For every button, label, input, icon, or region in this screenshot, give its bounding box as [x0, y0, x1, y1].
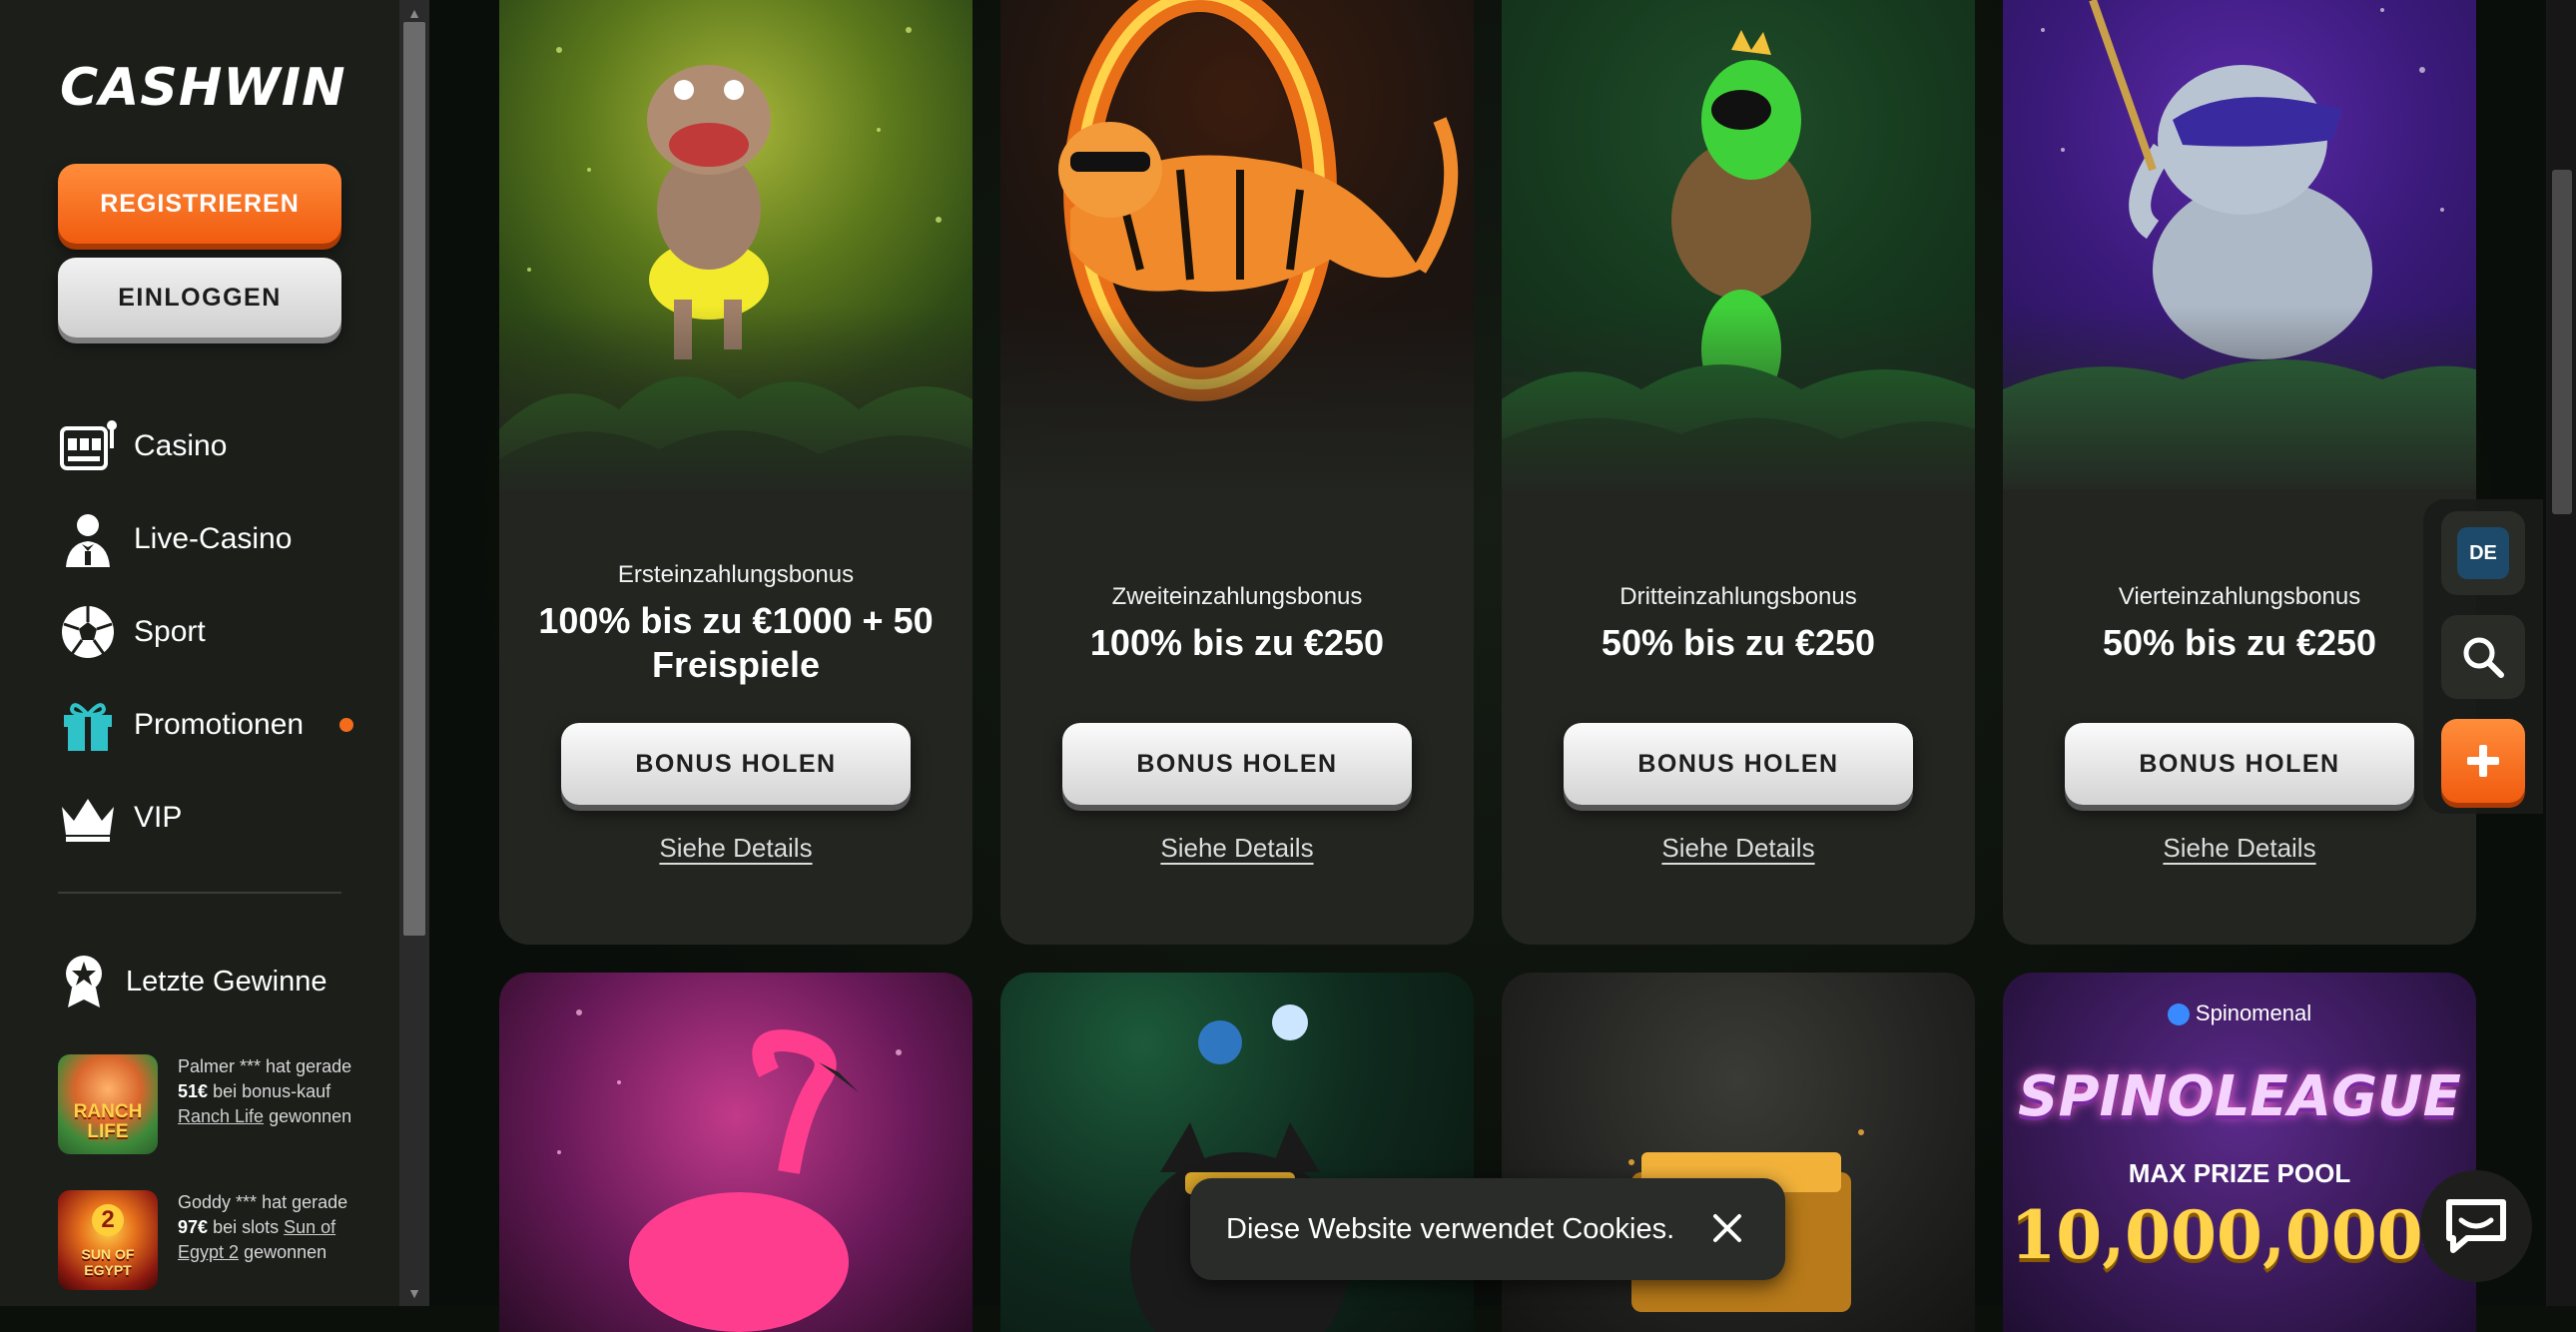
- provider-logo: Spinomenal: [2003, 1000, 2476, 1026]
- thumb-label: RANCH LIFE: [73, 1101, 143, 1142]
- recent-win-item: 2 SUN OF EGYPT Goddy *** hat gerade 97€ …: [58, 1190, 357, 1290]
- cookie-text: Diese Website verwendet Cookies.: [1226, 1212, 1675, 1245]
- bonus-subtitle: Vierteinzahlungsbonus: [2118, 583, 2361, 610]
- bonus-card: Vierteinzahlungsbonus 50% bis zu €250 BO…: [2003, 0, 2476, 945]
- flamingo-art: [557, 1009, 902, 1332]
- prize-label: MAX PRIZE POOL: [2128, 1158, 2351, 1188]
- floating-toolbar: DE: [2423, 499, 2543, 814]
- chat-button[interactable]: [2420, 1170, 2532, 1282]
- sidebar-scrollbar[interactable]: ▲ ▼: [399, 0, 429, 1306]
- sidebar-divider: [58, 892, 341, 894]
- sidebar-item-casino[interactable]: Casino: [58, 399, 357, 492]
- sidebar-item-label: Sport: [134, 614, 206, 648]
- promo-headline: SPINOLEAGUE: [2018, 1064, 2461, 1129]
- bonus-claim-button[interactable]: BONUS HOLEN: [1564, 723, 1913, 805]
- bonus-subtitle: Ersteinzahlungsbonus: [617, 561, 855, 588]
- bonus-title: 100% bis zu €250: [1089, 622, 1385, 663]
- thumb-label: SUN OF EGYPT: [81, 1246, 135, 1278]
- prize-value: 10,000,000€: [2010, 1196, 2469, 1274]
- game-link[interactable]: Ranch Life: [178, 1106, 264, 1126]
- promo-card[interactable]: Spinomenal SPINOLEAGUE MAX PRIZE POOL 10…: [2003, 973, 2476, 1332]
- main-nav: Casino Live-Casino Sport Promotionen VIP: [58, 399, 357, 864]
- login-button[interactable]: EINLOGGEN: [58, 258, 341, 337]
- game-thumbnail[interactable]: RANCH LIFE: [58, 1054, 158, 1154]
- bonus-claim-button[interactable]: BONUS HOLEN: [561, 723, 911, 805]
- sidebar-item-label: VIP: [134, 800, 183, 834]
- medal-icon: [58, 954, 110, 1009]
- recent-wins-title: Letzte Gewinne: [126, 965, 327, 998]
- promo-card[interactable]: [499, 973, 972, 1332]
- details-link[interactable]: Siehe Details: [1000, 833, 1474, 864]
- sidebar-item-live-casino[interactable]: Live-Casino: [58, 492, 357, 585]
- bonus-card: Dritteinzahlungsbonus 50% bis zu €250 BO…: [1502, 0, 1975, 945]
- bonus-title: 50% bis zu €250: [1601, 622, 1876, 663]
- recent-win-item: RANCH LIFE Palmer *** hat gerade 51€ bei…: [58, 1054, 357, 1154]
- search-icon: [2463, 637, 2504, 678]
- number-badge: 2: [92, 1204, 124, 1236]
- bonus-card: Zweiteinzahlungsbonus 100% bis zu €250 B…: [1000, 0, 1474, 945]
- sidebar-item-label: Promotionen: [134, 707, 305, 741]
- sidebar-item-promotionen[interactable]: Promotionen: [58, 678, 357, 771]
- close-icon[interactable]: [1707, 1208, 1747, 1248]
- spinomenal-icon: [2167, 1003, 2190, 1026]
- bonus-card: Ersteinzahlungsbonus 100% bis zu €1000 +…: [499, 0, 972, 945]
- recent-wins-header: Letzte Gewinne: [58, 954, 327, 1009]
- soccer-ball-icon: [58, 602, 118, 662]
- register-button[interactable]: REGISTRIEREN: [58, 164, 341, 244]
- gift-icon: [58, 695, 118, 755]
- details-link[interactable]: Siehe Details: [2003, 833, 2476, 864]
- details-link[interactable]: Siehe Details: [499, 833, 972, 864]
- win-description: Palmer *** hat gerade 51€ bei bonus-kauf…: [178, 1056, 352, 1126]
- bonus-claim-button[interactable]: BONUS HOLEN: [1062, 723, 1412, 805]
- sidebar-item-label: Live-Casino: [134, 521, 293, 555]
- bonus-title: 50% bis zu €250: [2102, 622, 2377, 663]
- bonus-subtitle: Dritteinzahlungsbonus: [1619, 583, 1857, 610]
- page-scrollbar[interactable]: [2546, 0, 2576, 1306]
- main-content: Ersteinzahlungsbonus 100% bis zu €1000 +…: [429, 0, 2546, 1332]
- scrollbar-thumb[interactable]: [403, 22, 425, 936]
- sidebar-item-vip[interactable]: VIP: [58, 771, 357, 864]
- dealer-icon: [58, 509, 118, 569]
- sidebar-item-sport[interactable]: Sport: [58, 585, 357, 678]
- details-link[interactable]: Siehe Details: [1502, 833, 1975, 864]
- notification-dot: [339, 718, 353, 732]
- brand-logo[interactable]: CASHWIN: [60, 58, 346, 118]
- search-button[interactable]: [2441, 615, 2525, 699]
- slot-machine-icon: [58, 416, 118, 476]
- sidebar: CASHWIN REGISTRIEREN EINLOGGEN Casino Li…: [0, 0, 399, 1306]
- scrollbar-thumb[interactable]: [2552, 170, 2572, 514]
- game-thumbnail[interactable]: 2 SUN OF EGYPT: [58, 1190, 158, 1290]
- sidebar-item-label: Casino: [134, 428, 228, 462]
- language-code: DE: [2457, 527, 2509, 579]
- chat-bubble-icon: [2446, 1199, 2506, 1253]
- bonus-subtitle: Zweiteinzahlungsbonus: [1111, 583, 1363, 610]
- scroll-up-arrow[interactable]: ▲: [399, 2, 429, 24]
- crown-icon: [58, 788, 118, 848]
- bonus-title: 100% bis zu €1000 + 50 Freispiele: [538, 600, 934, 685]
- cookie-banner: Diese Website verwendet Cookies.: [1190, 1178, 1785, 1280]
- language-selector[interactable]: DE: [2441, 511, 2525, 595]
- plus-icon: [2467, 745, 2499, 777]
- bonus-claim-button[interactable]: BONUS HOLEN: [2065, 723, 2414, 805]
- win-description: Goddy *** hat gerade 97€ bei slots Sun o…: [178, 1192, 348, 1262]
- scroll-down-arrow[interactable]: ▼: [399, 1282, 429, 1304]
- more-button[interactable]: [2441, 719, 2525, 803]
